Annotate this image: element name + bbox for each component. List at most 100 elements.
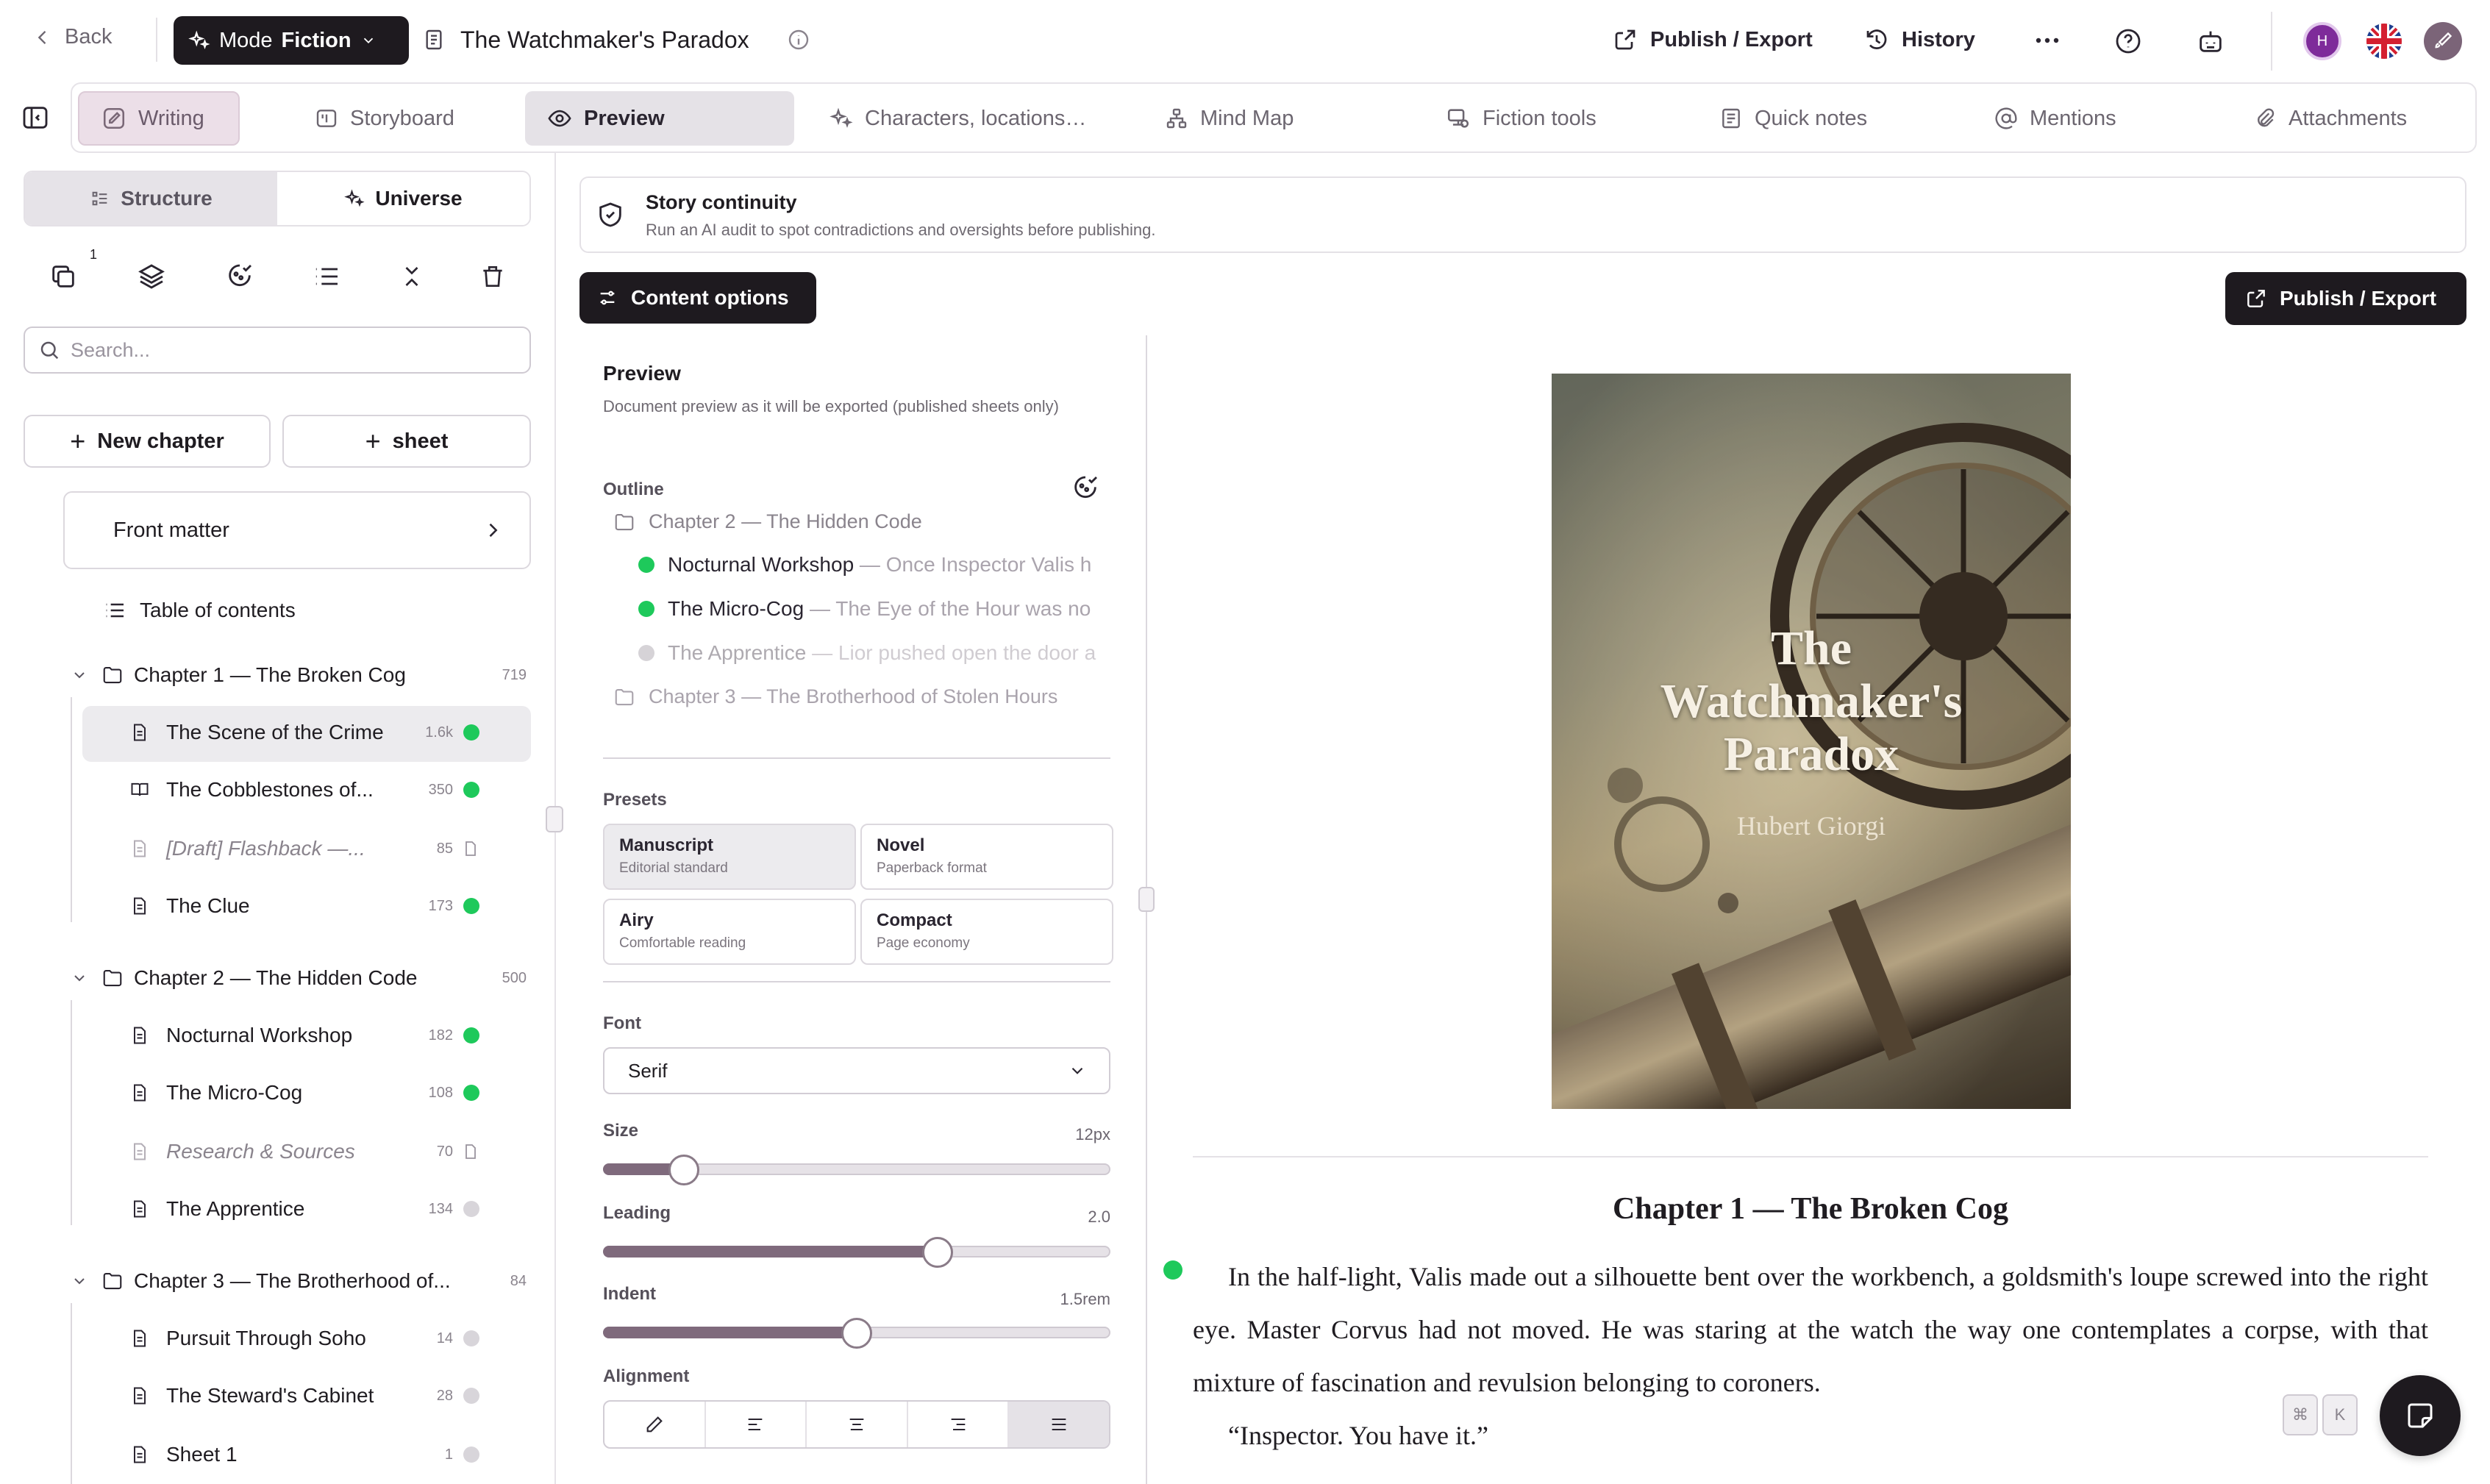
collapse-icon[interactable] [394, 259, 429, 294]
bot-icon[interactable] [2196, 26, 2225, 56]
history-label: History [1902, 27, 1975, 51]
uk-flag-icon[interactable] [2365, 22, 2403, 60]
audit-icon[interactable] [1071, 474, 1100, 503]
publish-export-cta[interactable]: Publish / Export [2225, 272, 2466, 325]
leading-slider[interactable] [603, 1237, 1110, 1268]
chapter-row[interactable]: Chapter 2 — The Hidden Code 500 [71, 956, 527, 1000]
history-button[interactable]: History [1863, 26, 1975, 53]
outline-sheet[interactable]: The Apprentice — Lior pushed open the do… [638, 641, 1109, 665]
status-dot [638, 601, 654, 617]
tab-mentions[interactable]: Mentions [1972, 91, 2138, 146]
slider-fill [603, 1246, 938, 1258]
slider-knob[interactable] [922, 1237, 954, 1268]
info-icon[interactable] [787, 28, 810, 51]
sheet-row[interactable]: Sheet 1 1 [129, 1433, 479, 1477]
list-icon[interactable] [309, 259, 344, 294]
tab-label: Mentions [2030, 106, 2116, 130]
sheet-row[interactable]: The Micro-Cog 108 [129, 1071, 479, 1115]
front-matter-item[interactable]: Front matter [63, 491, 531, 569]
chevron-down-icon [360, 32, 377, 49]
audit-icon[interactable] [222, 259, 257, 294]
tab-quick-notes[interactable]: Quick notes [1697, 91, 1889, 146]
preset-compact[interactable]: Compact Page economy [860, 899, 1113, 965]
history-icon [1863, 26, 1890, 53]
mode-selector[interactable]: Mode Fiction [174, 16, 409, 65]
back-button[interactable]: Back [32, 25, 112, 49]
sheet-row[interactable]: Pursuit Through Soho 14 [129, 1316, 479, 1360]
chevron-down-icon [71, 969, 88, 987]
file-text-icon [129, 1328, 150, 1349]
seg-universe[interactable]: Universe [277, 172, 529, 225]
new-chapter-button[interactable]: + New chapter [24, 415, 271, 468]
preset-manuscript[interactable]: Manuscript Editorial standard [603, 824, 856, 890]
file-text-icon [129, 1199, 150, 1219]
sidebar-resize-handle[interactable] [546, 806, 563, 832]
sheet-row[interactable]: The Apprentice 134 [129, 1187, 479, 1231]
tab-fiction-tools[interactable]: Fiction tools [1424, 91, 1619, 146]
new-sheet-button[interactable]: + sheet [282, 415, 531, 468]
tab-characters[interactable]: Characters, locations… [807, 91, 1108, 146]
sheet-row[interactable]: The Cobblestones of... 350 [129, 768, 479, 812]
sheet-title: Sheet 1 [166, 1443, 238, 1466]
publish-export-button[interactable]: Publish / Export [1612, 26, 1813, 53]
layers-icon[interactable] [134, 259, 169, 294]
quick-note-fab[interactable] [2380, 1375, 2461, 1456]
align-right-button[interactable] [908, 1402, 1010, 1447]
tab-storyboard[interactable]: Storyboard [293, 91, 477, 146]
tab-writing[interactable]: Writing [78, 91, 240, 146]
preset-airy[interactable]: Airy Comfortable reading [603, 899, 856, 965]
align-center-button[interactable] [807, 1402, 908, 1447]
align-custom-button[interactable] [604, 1402, 706, 1447]
search-field[interactable]: Search... [24, 327, 531, 374]
align-left-button[interactable] [706, 1402, 807, 1447]
book-cover: The Watchmaker's Paradox Hubert Giorgi [1552, 374, 2071, 1109]
font-select[interactable]: Serif [603, 1047, 1110, 1094]
tab-attachments[interactable]: Attachments [2231, 91, 2429, 146]
tab-label: Characters, locations… [865, 106, 1087, 130]
new-chapter-label: New chapter [97, 429, 224, 453]
story-continuity-banner[interactable]: Story continuity Run an AI audit to spot… [579, 176, 2466, 253]
content-options-label: Content options [631, 286, 789, 309]
size-slider[interactable] [603, 1155, 1110, 1185]
outline-chapter[interactable]: Chapter 2 — The Hidden Code [613, 510, 922, 533]
chapter-row[interactable]: Chapter 3 — The Brotherhood of... 84 [71, 1259, 527, 1303]
leading-label: Leading [603, 1203, 671, 1223]
share-icon [1612, 26, 1638, 53]
chevron-down-icon [71, 666, 88, 684]
options-resize-handle[interactable] [1138, 887, 1155, 912]
seg-structure[interactable]: Structure [25, 172, 277, 225]
mind-map-icon [1165, 107, 1188, 130]
help-icon[interactable] [2113, 26, 2143, 56]
sheet-row[interactable]: The Scene of the Crime 1.6k [129, 710, 479, 755]
mode-prefix: Mode [219, 28, 273, 52]
indent-slider[interactable] [603, 1318, 1110, 1349]
more-icon[interactable] [2033, 29, 2062, 51]
sheet-row[interactable]: [Draft] Flashback —... 85 [129, 827, 476, 871]
status-dot [463, 1446, 479, 1463]
sheet-row[interactable]: Nocturnal Workshop 182 [129, 1013, 479, 1057]
sheet-row[interactable]: Research & Sources 70 [129, 1130, 476, 1174]
outline-sheet[interactable]: Nocturnal Workshop — Once Inspector Vali… [638, 553, 1109, 577]
slider-knob[interactable] [841, 1318, 872, 1349]
preset-novel[interactable]: Novel Paperback format [860, 824, 1113, 890]
content-options-button[interactable]: Content options [579, 272, 816, 324]
sheet-row[interactable]: The Steward's Cabinet 28 [129, 1374, 479, 1418]
outline-sheet[interactable]: The Micro-Cog — The Eye of the Hour was … [638, 597, 1109, 621]
align-justify-button[interactable] [1009, 1402, 1109, 1447]
avatar[interactable]: H [2303, 22, 2341, 60]
copy-icon[interactable] [46, 259, 81, 294]
align-right-icon [951, 1418, 965, 1431]
tab-mind-map[interactable]: Mind Map [1143, 91, 1316, 146]
tab-preview[interactable]: Preview [525, 91, 794, 146]
chapter-row[interactable]: Chapter 1 — The Broken Cog 719 [71, 653, 527, 697]
pen-square-icon [101, 106, 126, 131]
brush-icon[interactable] [2424, 22, 2462, 60]
sheet-row[interactable]: The Clue 173 [129, 884, 479, 928]
outline-chapter[interactable]: Chapter 3 — The Brotherhood of Stolen Ho… [613, 685, 1057, 708]
trash-icon[interactable] [475, 259, 510, 294]
word-count: 28 [436, 1387, 453, 1404]
document-title[interactable]: The Watchmaker's Paradox [460, 26, 749, 54]
slider-knob[interactable] [668, 1155, 700, 1185]
sidebar-toggle-icon[interactable] [21, 103, 50, 132]
toc-item[interactable]: Table of contents [103, 588, 296, 632]
